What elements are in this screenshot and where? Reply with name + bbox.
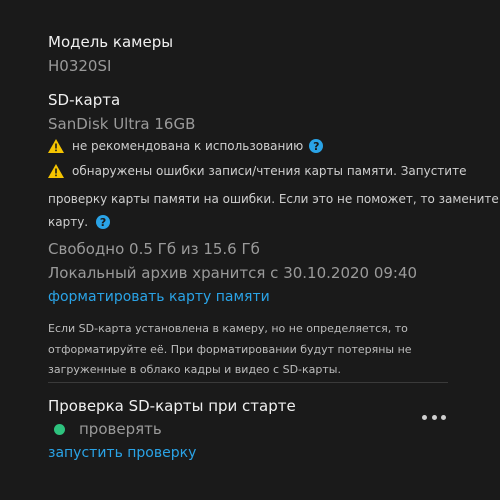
startup-check-label: Проверка SD-карты при старте	[48, 397, 296, 415]
camera-settings-panel: Модель камеры H0320SI SD-карта SanDisk U…	[0, 0, 500, 500]
sd-warning-not-recommended: не рекомендована к использованию ?	[48, 139, 324, 153]
sd-card-label: SD-карта	[48, 91, 121, 109]
camera-model-value: H0320SI	[48, 57, 112, 75]
sd-warning-errors: обнаружены ошибки записи/чтения карты па…	[48, 164, 466, 178]
more-options-button[interactable]	[422, 410, 446, 424]
help-icon[interactable]: ?	[309, 139, 324, 153]
more-icon	[422, 414, 427, 420]
format-note-line-1: Если SD-карта установлена в камеру, но н…	[48, 322, 408, 335]
format-note-line-2: отформатируйте её. При форматировании бу…	[48, 343, 412, 356]
format-card-link[interactable]: форматировать карту памяти	[48, 289, 270, 305]
camera-model-label: Модель камеры	[48, 33, 174, 51]
format-note-line-3: загруженные в облако кадры и видео с SD-…	[48, 363, 341, 376]
sd-warning-errors-line-3-row: карту. ?	[48, 215, 111, 229]
status-dot-icon	[54, 423, 65, 435]
section-divider	[48, 382, 448, 383]
run-check-link[interactable]: запустить проверку	[48, 445, 196, 461]
sd-warning-errors-line-3: карту.	[48, 215, 89, 229]
startup-check-status-text: проверять	[79, 420, 162, 438]
startup-check-status: проверять	[54, 420, 162, 438]
sd-warning-errors-line-1: обнаружены ошибки записи/чтения карты па…	[72, 164, 467, 178]
sd-warning-not-recommended-text: не рекомендована к использованию	[72, 139, 304, 153]
warning-icon	[48, 139, 64, 153]
sd-card-name: SanDisk Ultra 16GB	[48, 115, 196, 133]
sd-free-space: Свободно 0.5 Гб из 15.6 Гб	[48, 240, 260, 258]
warning-icon	[48, 164, 64, 178]
sd-warning-errors-line-2: проверку карты памяти на ошибки. Если эт…	[48, 192, 499, 206]
sd-archive-date: Локальный архив хранится с 30.10.2020 09…	[48, 264, 418, 282]
help-icon[interactable]: ?	[96, 215, 111, 229]
